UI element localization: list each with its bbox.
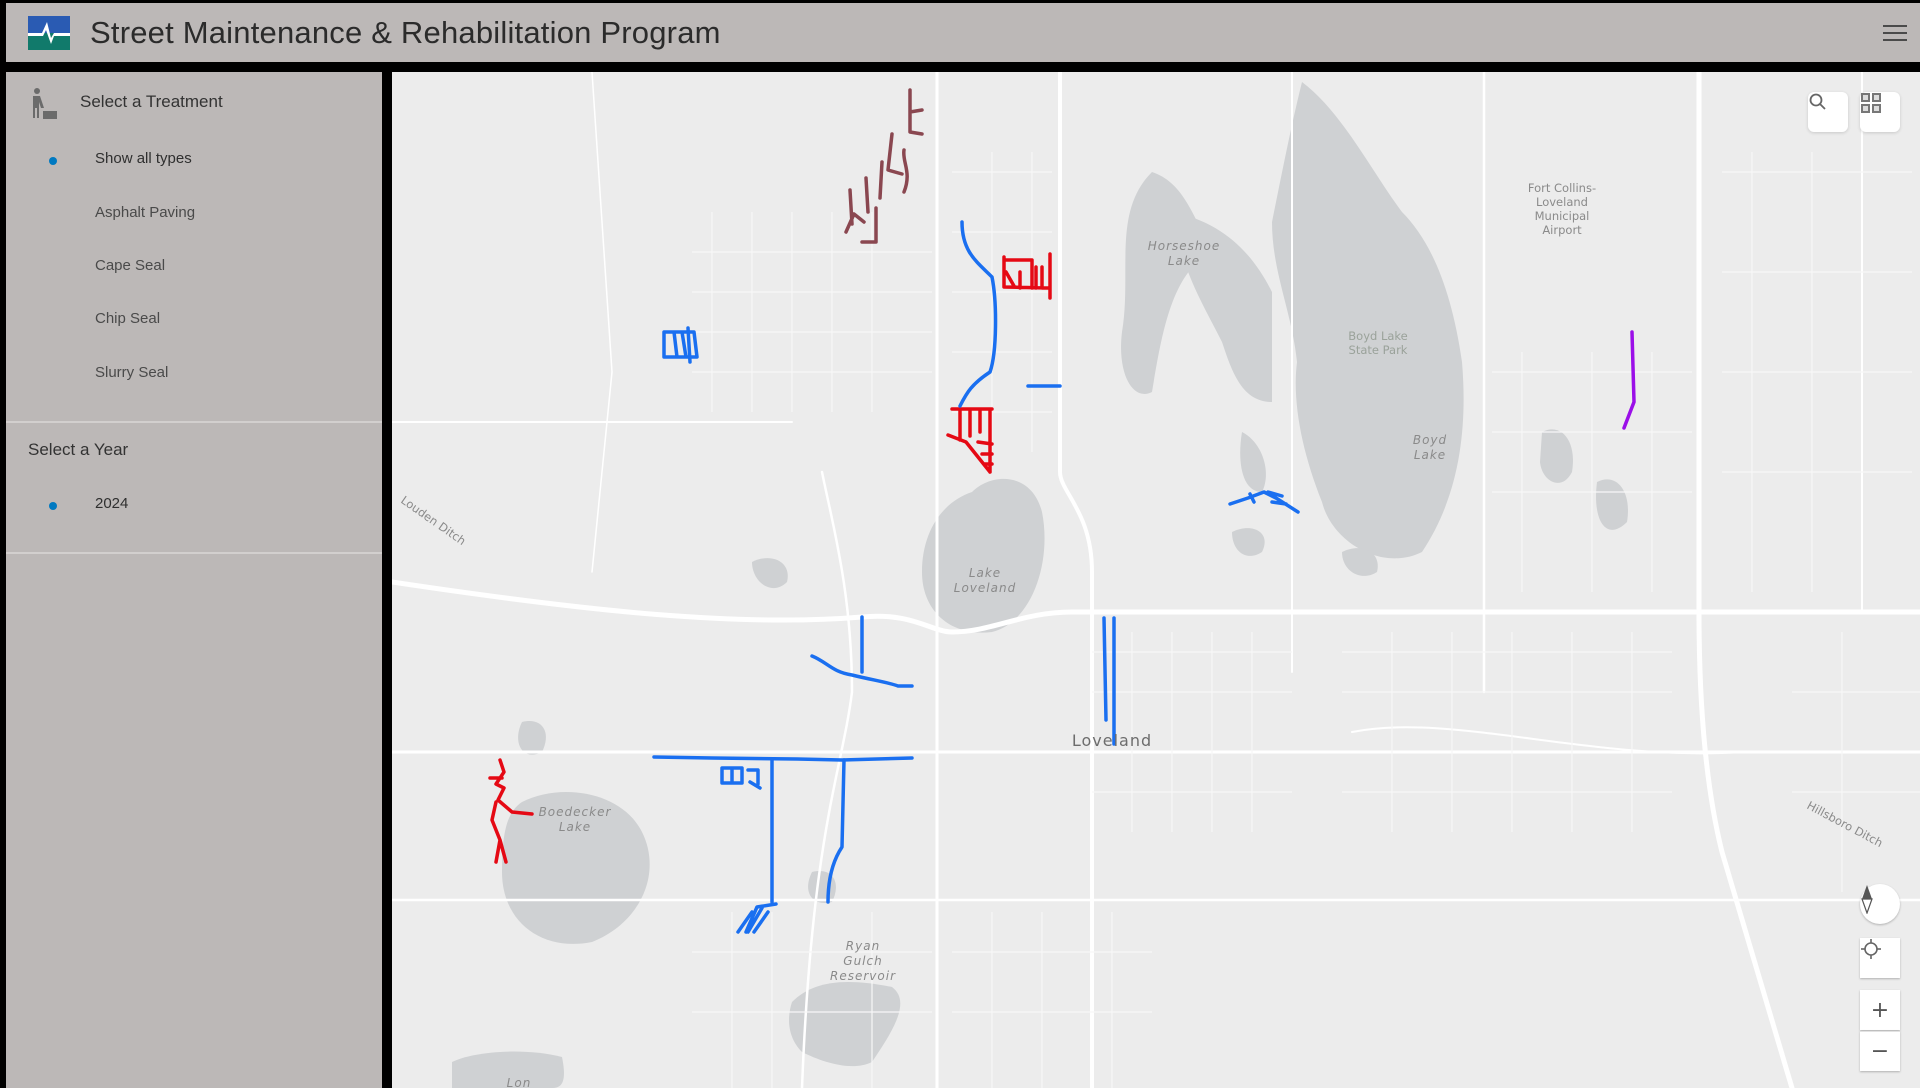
basemap-gallery-button[interactable] [1860,92,1900,132]
treatment-option-asphalt-paving[interactable]: Asphalt Paving [95,204,195,221]
compass-icon [1861,885,1873,914]
search-button[interactable] [1808,92,1848,132]
locate-button[interactable] [1860,938,1900,978]
zoom-out-button[interactable]: − [1860,1031,1900,1071]
treatment-option-show-all[interactable]: Show all types [95,150,192,167]
filter-sidebar: Select a Treatment Show all types Asphal… [6,72,382,1088]
map-view[interactable]: Horseshoe Lake Boyd Lake State Park Boyd… [392,72,1920,1088]
map-label-boyd-lake-state-park: State Park [1349,343,1408,357]
lake-loveland [922,478,1045,633]
year-heading: Select a Year [28,440,129,459]
section-divider [6,421,382,423]
section-divider [6,552,382,554]
treatment-heading: Select a Treatment [80,92,223,111]
map-label-ryan-gulch-reservoir: Gulch [843,954,882,968]
map-label-lake-loveland: Lake [969,566,1001,580]
treatment-segment [1622,330,1636,430]
map-label-airport: Municipal [1535,209,1590,223]
selected-indicator [49,502,57,510]
map-label-lon-hagler-reservoir: Lon [507,1076,532,1088]
hamburger-menu-icon[interactable] [1880,21,1910,47]
compass-button[interactable] [1860,884,1900,924]
treatment-segment [1102,616,1116,746]
treatment-segment [652,755,914,762]
treatment-option-slurry-seal[interactable]: Slurry Seal [95,364,168,381]
map-label-hillsboro-ditch: Hillsboro Ditch [1805,798,1886,850]
map-label-horseshoe-lake: Horseshoe [1148,239,1221,253]
treatment-segment [958,220,998,408]
zoom-in-button[interactable]: + [1860,990,1900,1030]
map-label-boyd-lake: Boyd [1413,433,1447,447]
search-icon [1809,93,1826,110]
map-label-horseshoe-lake: Lake [1168,254,1200,268]
map-label-boyd-lake: Lake [1414,448,1446,462]
treatment-segment [1228,490,1300,514]
treatment-option-chip-seal[interactable]: Chip Seal [95,310,160,327]
treatment-segment [844,88,924,244]
map-label-city-loveland: Loveland [1072,731,1152,750]
water-bodies [452,82,1628,1088]
treatment-segment [720,766,762,790]
map-label-airport: Loveland [1536,195,1588,209]
year-option-2024[interactable]: 2024 [95,495,128,512]
map-label-lake-loveland: Loveland [954,581,1016,595]
treatment-segment [946,407,994,474]
map-label-airport: Airport [1542,223,1582,237]
map-label-ryan-gulch-reservoir: Reservoir [830,969,896,983]
map-label-ryan-gulch-reservoir: Ryan [846,939,880,953]
paving-worker-icon [33,88,57,119]
treatment-segment [810,615,914,688]
map-label-boedecker-lake: Boedecker [539,805,612,819]
map-label-boyd-lake-state-park: Boyd Lake [1348,329,1407,343]
treatment-segment [662,326,699,364]
app-header: Street Maintenance & Rehabilitation Prog… [6,3,1920,62]
map-label-boedecker-lake: Lake [559,820,591,834]
map-label-louden-ditch: Louden Ditch [398,493,468,548]
basemap[interactable]: Horseshoe Lake Boyd Lake State Park Boyd… [392,72,1920,1088]
app-title: Street Maintenance & Rehabilitation Prog… [90,15,721,50]
map-label-airport: Fort Collins- [1528,181,1596,195]
basemap-gallery-icon [1861,93,1881,113]
city-logo-icon [28,16,70,50]
locate-icon [1861,939,1881,959]
treatment-option-cape-seal[interactable]: Cape Seal [95,257,165,274]
treatment-segment [736,902,778,934]
selected-indicator [49,157,57,165]
boyd-lake [1272,82,1464,559]
